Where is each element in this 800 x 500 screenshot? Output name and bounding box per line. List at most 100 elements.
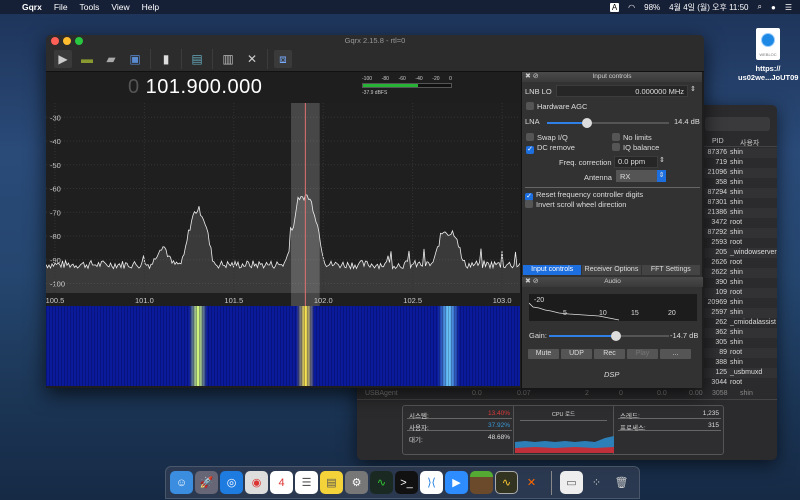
xquartz-icon[interactable]: ✕ [520, 471, 543, 494]
swap-iq-checkbox[interactable]: Swap I/Q [526, 133, 568, 142]
wifi-icon[interactable]: ◠ [628, 3, 635, 12]
auto-fit-icon[interactable]: ⧈ [274, 50, 292, 68]
minecraft-icon[interactable] [470, 471, 493, 494]
table-row[interactable]: 2622 shin [702, 268, 777, 278]
table-row[interactable]: 89 root [702, 348, 777, 358]
table-row[interactable]: 20969 shin [702, 298, 777, 308]
input-source[interactable]: A [609, 2, 620, 12]
siri-icon[interactable]: ● [771, 3, 776, 12]
control-center-icon[interactable]: ☰ [785, 3, 792, 12]
iq-balance-checkbox[interactable]: IQ balance [612, 143, 659, 152]
table-row[interactable]: 362 shin [702, 328, 777, 338]
document-icon[interactable]: ▭ [560, 471, 583, 494]
play-icon[interactable]: ▶ [54, 50, 72, 68]
reminders-icon[interactable]: ☰ [295, 471, 318, 494]
frequency-value[interactable]: 101.900.000 [146, 76, 263, 98]
table-row[interactable]: 87376 shin [702, 148, 777, 158]
activity-monitor-icon[interactable]: ∿ [370, 471, 393, 494]
table-row[interactable]: 388 shin [702, 358, 777, 368]
dc-remove-checkbox[interactable]: ✓ DC remove [526, 143, 575, 154]
settings-tools-icon[interactable]: ✕ [243, 50, 261, 68]
close-dock-icon[interactable]: ✖ ⊘ [525, 277, 539, 287]
udp-button[interactable]: UDP [561, 349, 592, 359]
freq-correction-spinner-icon[interactable]: ⇕ [659, 156, 665, 164]
tab-fft-settings[interactable]: FFT Settings [641, 265, 700, 275]
remote-control-icon[interactable]: ▥ [219, 50, 237, 68]
save-icon[interactable]: ▣ [126, 50, 144, 68]
search-field[interactable] [705, 117, 770, 131]
invert-scroll-checkbox[interactable]: Invert scroll wheel direction [525, 200, 626, 209]
safari-icon[interactable]: ◎ [220, 471, 243, 494]
table-row[interactable]: 3044 root [702, 378, 777, 388]
frequency-controller[interactable]: 0 101.900.000 -100 -80 -60 -40 -20 0 -37.9 dBF… [46, 72, 520, 103]
finder-icon[interactable]: ☺ [170, 471, 193, 494]
menu-help[interactable]: Help [142, 2, 159, 12]
close-dock-icon[interactable]: ✖ ⊘ [525, 72, 539, 82]
iq-tool-icon[interactable]: ▤ [188, 50, 206, 68]
hardware-icon[interactable]: ▬ [78, 50, 96, 68]
tab-receiver-options[interactable]: Receiver Options [582, 265, 641, 275]
table-row[interactable]: 262 _cmiodalassist [702, 318, 777, 328]
menu-app[interactable]: Gqrx [22, 2, 42, 12]
freq-correction-input[interactable]: 0.0 ppm [614, 156, 658, 168]
rec-button[interactable]: Rec [594, 349, 625, 359]
minimize-button[interactable] [63, 37, 71, 45]
frequency-prefix[interactable]: 0 [128, 76, 140, 98]
col-pid[interactable]: PID [712, 138, 724, 145]
hardware-agc-checkbox[interactable]: Hardware AGC [526, 102, 587, 111]
battery-status[interactable]: 98% [644, 3, 660, 12]
clock[interactable]: 4월 4일 (월) 오후 11:50 [669, 2, 748, 13]
zoom-icon[interactable]: ▶ [445, 471, 468, 494]
waterfall[interactable] [46, 306, 520, 386]
launchpad-icon[interactable]: 🚀 [195, 471, 218, 494]
vscode-icon[interactable]: ⟩⟨ [420, 471, 443, 494]
gqrx-icon[interactable]: ∿ [495, 471, 518, 494]
table-row[interactable]: 3472 root [702, 218, 777, 228]
system-preferences-icon[interactable]: ⚙ [345, 471, 368, 494]
table-row[interactable]: 2597 shin [702, 308, 777, 318]
col-user[interactable]: 사용자 [740, 138, 759, 148]
notes-icon[interactable]: ▤ [320, 471, 343, 494]
spectrum-plot[interactable]: -30-40-50-60-70-80-90-100100.5101.0101.5… [46, 103, 520, 306]
table-row[interactable]: 205 _windowserver [702, 248, 777, 258]
zoom-button[interactable] [75, 37, 83, 45]
table-row[interactable]: 305 shin [702, 338, 777, 348]
audio-options-button[interactable]: ... [660, 349, 691, 359]
chrome-icon[interactable]: ◉ [245, 471, 268, 494]
audio-gain-slider[interactable] [549, 331, 669, 341]
table-row[interactable]: 358 shin [702, 178, 777, 188]
lnb-lo-input[interactable]: 0.000000 MHz [556, 85, 688, 97]
bookmarks-icon[interactable]: ▮ [157, 50, 175, 68]
play-button[interactable]: Play [627, 349, 658, 359]
table-row[interactable]: 2626 root [702, 258, 777, 268]
table-row[interactable]: 87292 shin [702, 228, 777, 238]
table-row[interactable]: 719 shin [702, 158, 777, 168]
lna-slider[interactable] [547, 118, 669, 128]
table-row[interactable]: 2593 root [702, 238, 777, 248]
table-row[interactable]: 125 _usbmuxd [702, 368, 777, 378]
title-bar[interactable]: Gqrx 2.15.8 - rtl=0 [46, 35, 704, 47]
table-row[interactable]: 109 root [702, 288, 777, 298]
close-button[interactable] [51, 37, 59, 45]
terminal-icon[interactable]: >_ [395, 471, 418, 494]
table-row[interactable]: 21386 shin [702, 208, 777, 218]
no-limits-checkbox[interactable]: No limits [612, 133, 652, 142]
trash-icon[interactable]: 🗑 [610, 471, 633, 494]
table-row[interactable]: 87294 shin [702, 188, 777, 198]
lnb-spinner-icon[interactable]: ⇕ [690, 85, 696, 93]
search-icon[interactable]: ⌕ [758, 2, 762, 12]
folder-icon[interactable]: ▰ [102, 50, 120, 68]
menu-file[interactable]: File [54, 2, 68, 12]
menu-view[interactable]: View [111, 2, 129, 12]
mute-button[interactable]: Mute [528, 349, 559, 359]
table-row[interactable]: 21096 shin [702, 168, 777, 178]
table-row[interactable]: 390 shin [702, 278, 777, 288]
tab-input-controls[interactable]: Input controls [523, 265, 582, 275]
table-row[interactable]: 87301 shin [702, 198, 777, 208]
screenshot-folder-icon[interactable]: ⁘ [585, 471, 608, 494]
table-row[interactable]: USBAgent 0.0 0.07 2 0 0.0 0.00 3058 shin [357, 388, 777, 400]
menu-tools[interactable]: Tools [80, 2, 100, 12]
calendar-icon[interactable]: 4 [270, 471, 293, 494]
antenna-dropdown-icon[interactable]: ⇕ [657, 170, 666, 182]
desktop-webloc-file[interactable]: WEBLOC https:// us02we...JoUT09 [738, 28, 798, 82]
